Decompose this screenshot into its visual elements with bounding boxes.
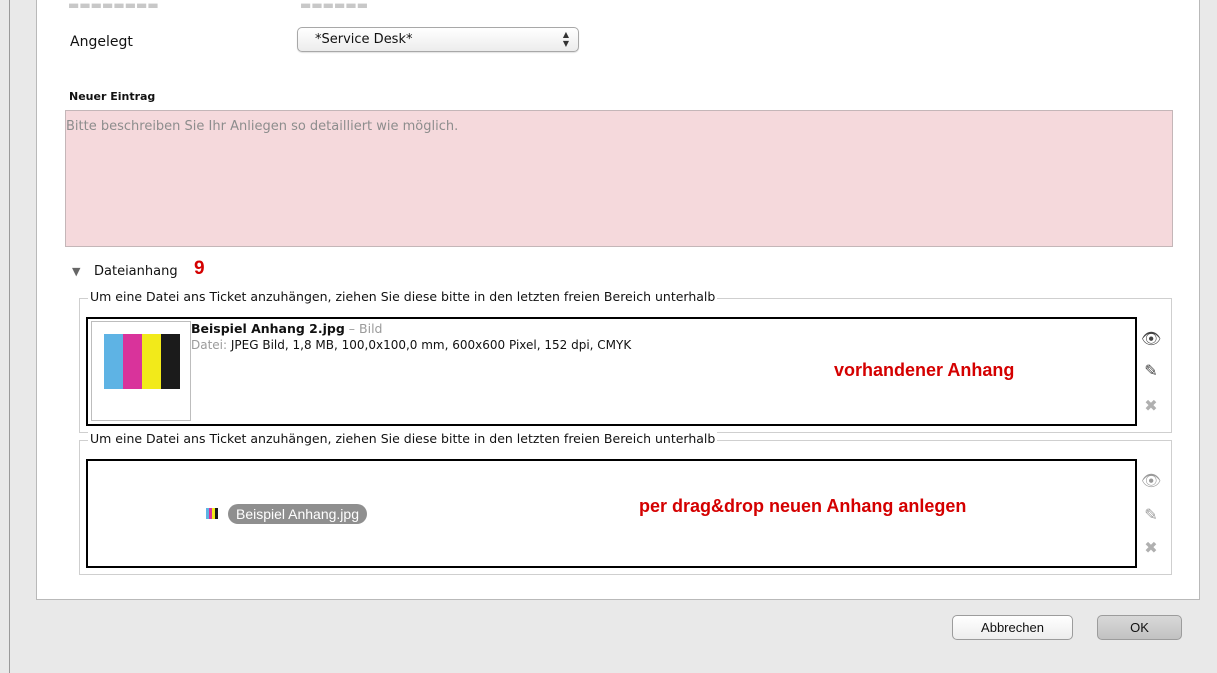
attachment-filename: Beispiel Anhang 2.jpg <box>191 321 345 336</box>
cancel-button[interactable]: Abbrechen <box>952 615 1073 640</box>
pencil-icon[interactable]: ✎ <box>1141 505 1161 524</box>
attachment-group-hint: Um eine Datei ans Ticket anzuhängen, zie… <box>88 431 718 446</box>
eye-icon[interactable]: 👁 <box>1141 329 1161 348</box>
clipped-row-label: ▬▬▬▬▬▬▬▬ <box>68 0 159 10</box>
attachment-info-details: JPEG Bild, 1,8 MB, 100,0x100,0 mm, 600x6… <box>230 338 632 352</box>
dragged-file-chip[interactable]: Beispiel Anhang.jpg <box>228 504 367 524</box>
step-number: 9 <box>194 258 205 279</box>
attachment-thumbnail <box>91 321 191 421</box>
triangle-down-icon: ▼ <box>72 265 81 278</box>
close-icon[interactable]: ✖ <box>1141 538 1161 557</box>
ok-button[interactable]: OK <box>1097 615 1182 640</box>
new-entry-textarea[interactable] <box>65 110 1173 247</box>
new-entry-label: Neuer Eintrag <box>69 90 156 103</box>
angelegt-select-value: *Service Desk* <box>315 32 413 47</box>
updown-arrows-icon: ▲ ▼ <box>562 30 569 48</box>
attachment-info-prefix: Datei: <box>191 338 228 352</box>
attachment-type: Bild <box>359 321 383 336</box>
attachment-group-hint: Um eine Datei ans Ticket anzuhängen, zie… <box>88 289 718 304</box>
eye-icon[interactable]: 👁 <box>1141 471 1161 490</box>
attachment-info: Datei: JPEG Bild, 1,8 MB, 100,0x100,0 mm… <box>191 338 631 352</box>
clipped-row-value: ▬▬▬▬▬▬ <box>300 0 369 10</box>
existing-attachment-annotation: vorhandener Anhang <box>834 360 1015 380</box>
drop-zone-annotation: per drag&drop neuen Anhang anlegen <box>639 496 967 516</box>
cmyk-thumbnail-image <box>104 334 180 389</box>
dragged-file-icon <box>206 508 218 519</box>
close-icon[interactable]: ✖ <box>1141 396 1161 415</box>
angelegt-select[interactable]: *Service Desk* ▲ ▼ <box>297 27 579 52</box>
attachments-section-label: Dateianhang <box>94 264 178 279</box>
window-frame-edge <box>9 0 10 673</box>
attachment-title: Beispiel Anhang 2.jpg – Bild <box>191 321 382 336</box>
angelegt-label: Angelegt <box>70 34 133 50</box>
pencil-icon[interactable]: ✎ <box>1141 361 1161 380</box>
attachment-separator: – <box>344 321 360 336</box>
